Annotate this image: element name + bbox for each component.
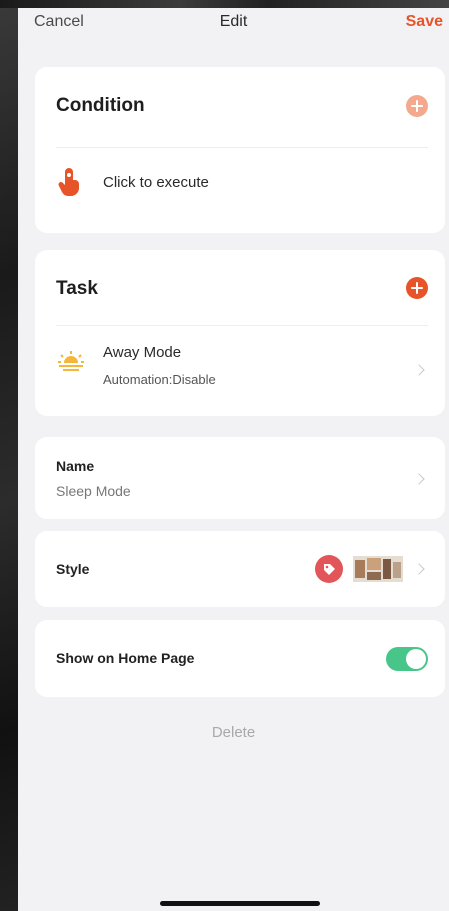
condition-row[interactable]: Click to execute [35,148,445,220]
add-task-button[interactable] [406,277,428,299]
show-on-home-label: Show on Home Page [56,650,195,666]
name-label: Name [56,458,95,474]
chevron-right-icon [413,473,425,485]
task-row[interactable]: Away Mode Automation:Disable [35,326,445,412]
room-thumbnail [353,556,403,582]
task-label: Away Mode [103,344,182,361]
save-button[interactable]: Save [406,13,443,31]
task-sublabel: Automation:Disable [103,372,216,387]
background-top [0,0,449,8]
condition-title: Condition [56,95,145,116]
name-value: Sleep Mode [56,483,131,499]
chevron-right-icon [413,563,425,575]
tap-hand-icon [58,168,79,196]
show-on-home-toggle[interactable] [386,647,428,671]
navigation-bar: Cancel Edit Save [18,8,449,48]
edit-scene-screen: Cancel Edit Save Condition Click to exec… [18,8,449,911]
task-card: Task Away Mode Automation:Disable [35,250,445,416]
style-label: Style [56,561,90,577]
page-title: Edit [219,13,248,30]
chevron-right-icon [413,364,425,376]
home-indicator [160,901,320,906]
sunrise-icon [58,351,84,371]
task-title: Task [56,278,98,299]
tag-icon [315,555,343,583]
name-row[interactable]: Name Sleep Mode [35,437,445,519]
condition-card: Condition Click to execute [35,67,445,233]
add-condition-button[interactable] [406,95,428,117]
background-left [0,0,18,911]
condition-label: Click to execute [103,174,209,191]
delete-button[interactable]: Delete [18,724,449,741]
style-row[interactable]: Style [35,531,445,607]
show-on-home-row: Show on Home Page [35,620,445,697]
